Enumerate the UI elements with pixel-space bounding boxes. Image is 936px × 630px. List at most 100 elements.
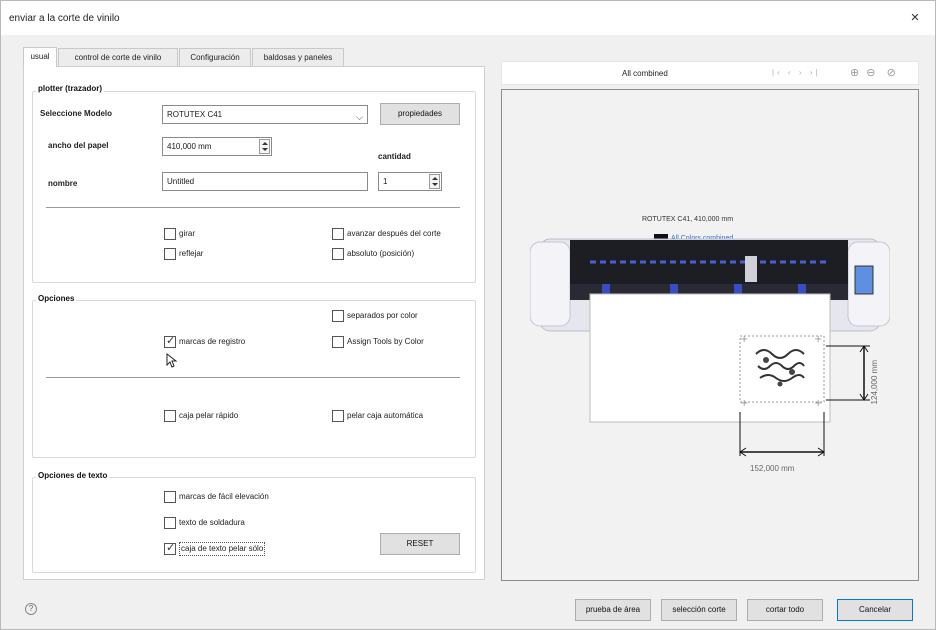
name-value: Untitled (167, 177, 195, 186)
advance-label: avanzar después del corte (347, 229, 441, 238)
absolute-checkbox-box[interactable] (332, 248, 344, 260)
tab-configuration[interactable]: Configuración (179, 48, 251, 66)
registration-checkbox-box[interactable] (164, 335, 176, 348)
pinch-roller (670, 284, 678, 294)
height-dimension-label: 124,000 mm (870, 360, 879, 405)
cut-preview-area: ROTUTEX C41, 410,000 mm All Colors combi… (501, 89, 919, 581)
options-separator (46, 377, 460, 378)
auto-weed-box-checkbox[interactable]: pelar caja automática (332, 410, 472, 424)
absolute-position-checkbox[interactable]: absoluto (posición) (332, 248, 472, 262)
easy-lift-marks-checkbox[interactable]: marcas de fácil elevación (164, 491, 324, 505)
zoom-controls: ⊕ ⊖ ⊘ (850, 66, 896, 79)
refresh-icon[interactable]: ⊘ (887, 67, 896, 79)
mirror-checkbox-box[interactable] (164, 248, 176, 260)
rotate-label: girar (179, 229, 196, 238)
send-to-vinyl-cutter-dialog: enviar a la corte de vinilo × usual cont… (0, 0, 936, 630)
zoom-out-icon[interactable]: ⊖ (866, 67, 875, 79)
quick-weed-label: caja pelar rápido (179, 411, 239, 420)
preview-toolbar: All combined |‹ ‹ › ›| ⊕ ⊖ ⊘ (501, 61, 919, 85)
width-dimension-label: 152,000 mm (750, 464, 795, 473)
rotate-checkbox[interactable]: girar (164, 228, 284, 242)
tab-tiles-panels[interactable]: baldosas y paneles (252, 48, 344, 66)
tab-usual[interactable]: usual (23, 47, 57, 67)
pinch-roller (734, 284, 742, 294)
cut-selection-button[interactable]: selección corte (661, 599, 737, 621)
text-weed-box-checkbox[interactable]: caja de texto pelar sólo (164, 542, 324, 557)
quantity-stepper-icon[interactable] (429, 174, 440, 189)
plotter-separator (46, 207, 460, 208)
advance-after-cut-checkbox[interactable]: avanzar después del corte (332, 228, 472, 242)
reset-button[interactable]: RESET (380, 533, 460, 555)
mirror-checkbox[interactable]: reflejar (164, 248, 284, 262)
easy-lift-label: marcas de fácil elevación (179, 492, 269, 501)
preview-panel: All combined |‹ ‹ › ›| ⊕ ⊖ ⊘ ROTUTEX C41… (501, 61, 919, 581)
plotter-carriage (745, 256, 757, 282)
window-title: enviar a la corte de vinilo (9, 13, 120, 24)
name-field[interactable]: Untitled (162, 172, 368, 191)
registration-mark: + (740, 334, 748, 345)
paper-width-value: 410,000 mm (167, 142, 212, 151)
plotter-screen (854, 265, 874, 295)
quick-weed-checkbox-box[interactable] (164, 410, 176, 422)
separated-by-color-checkbox[interactable]: separados por color (332, 310, 472, 324)
chevron-down-icon: ⌵ (356, 112, 363, 122)
registration-mark: + (814, 398, 822, 409)
tab-vinyl-cut-control[interactable]: control de corte de vinilo (58, 48, 178, 66)
paper-width-field[interactable]: 410,000 mm (162, 137, 272, 156)
combined-label: All combined (622, 69, 668, 78)
model-value: ROTUTEX C41 (167, 110, 223, 119)
text-weed-checkbox-box[interactable] (164, 542, 176, 555)
assign-tools-checkbox-box[interactable] (332, 336, 344, 348)
auto-weed-label: pelar caja automática (347, 411, 424, 420)
quick-weed-box-checkbox[interactable]: caja pelar rápido (164, 410, 304, 424)
weld-label: texto de soldadura (179, 518, 245, 527)
text-weed-label: caja de texto pelar sólo (179, 542, 266, 556)
quantity-field[interactable]: 1 (378, 172, 442, 191)
preview-model-info: ROTUTEX C41, 410,000 mm (642, 216, 734, 223)
easy-lift-checkbox-box[interactable] (164, 491, 176, 503)
plotter-group-legend: plotter (trazador) (36, 84, 104, 93)
model-select[interactable]: ROTUTEX C41 ⌵ (162, 105, 368, 124)
assign-tools-label: Assign Tools by Color (347, 337, 424, 346)
assign-tools-checkbox[interactable]: Assign Tools by Color (332, 336, 472, 350)
cut-all-button[interactable]: cortar todo (747, 599, 823, 621)
auto-weed-checkbox-box[interactable] (332, 410, 344, 422)
separated-label: separados por color (347, 311, 418, 320)
absolute-label: absoluto (posición) (347, 249, 415, 258)
weld-text-checkbox[interactable]: texto de soldadura (164, 517, 324, 531)
last-page-icon[interactable]: ›| (810, 68, 821, 77)
next-page-icon[interactable]: › (799, 68, 805, 77)
paper-width-label: ancho del papel (48, 141, 109, 150)
plotter-illustration: + + + + (530, 238, 890, 457)
text-options-group-legend: Opciones de texto (36, 471, 110, 480)
cancel-button[interactable]: Cancelar (837, 599, 913, 621)
registration-mark: + (740, 398, 748, 409)
paper-width-stepper-icon[interactable] (259, 139, 270, 154)
registration-label: marcas de registro (179, 337, 246, 346)
prev-page-icon[interactable]: ‹ (788, 68, 794, 77)
registration-mark: + (814, 334, 822, 345)
help-icon[interactable]: ? (25, 603, 37, 615)
mirror-label: reflejar (179, 249, 204, 258)
quantity-label: cantidad (378, 152, 411, 161)
pinch-roller (602, 284, 610, 294)
settings-panel: plotter (trazador) Seleccione Modelo ROT… (23, 66, 485, 580)
options-group-legend: Opciones (36, 294, 77, 303)
plotter-left-cap (530, 241, 571, 327)
separated-checkbox-box[interactable] (332, 310, 344, 322)
zoom-in-icon[interactable]: ⊕ (850, 67, 859, 79)
design-bounding-box (739, 335, 825, 403)
first-page-icon[interactable]: |‹ (772, 68, 783, 77)
advance-checkbox-box[interactable] (332, 228, 344, 240)
registration-marks-checkbox[interactable]: marcas de registro (164, 335, 304, 350)
mouse-cursor-icon (166, 353, 178, 368)
quantity-value: 1 (383, 177, 388, 186)
name-label: nombre (48, 179, 78, 188)
pinch-roller (798, 284, 806, 294)
rotate-checkbox-box[interactable] (164, 228, 176, 240)
close-icon[interactable]: × (905, 8, 925, 28)
properties-button[interactable]: propiedades (380, 103, 460, 125)
weld-checkbox-box[interactable] (164, 517, 176, 529)
model-label: Seleccione Modelo (40, 109, 113, 118)
area-test-button[interactable]: prueba de área (575, 599, 651, 621)
